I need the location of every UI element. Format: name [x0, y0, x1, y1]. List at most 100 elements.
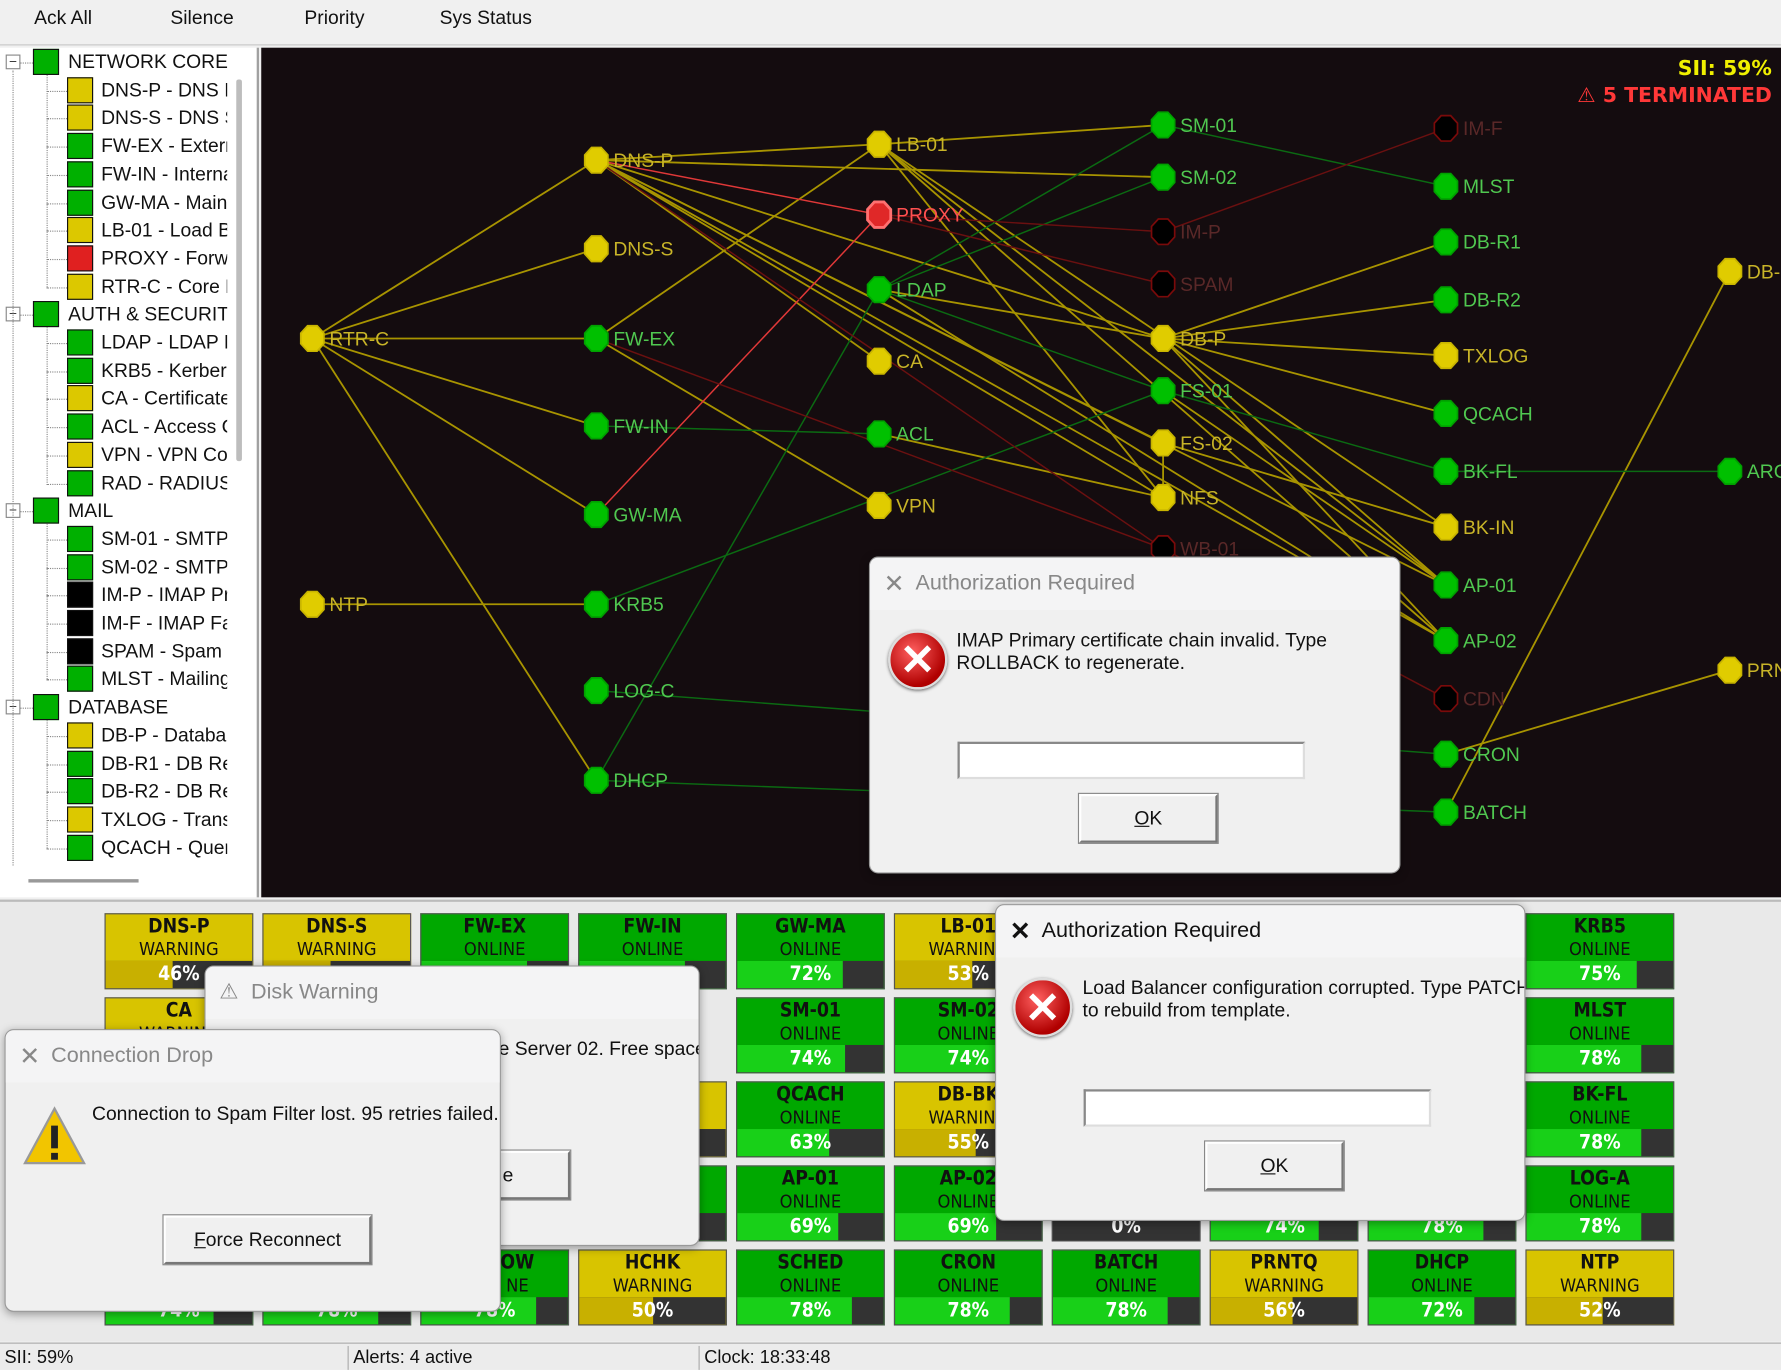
- node-marker[interactable]: [866, 491, 892, 520]
- tree-item[interactable]: DNS-S - DNS S: [0, 104, 227, 132]
- node-marker[interactable]: [866, 130, 892, 158]
- tree-item[interactable]: LB-01 - Load B: [0, 217, 227, 244]
- tree-item[interactable]: IM-F - IMAP Fa: [0, 609, 227, 637]
- tree-item[interactable]: VPN - VPN Co: [0, 441, 227, 469]
- dialog-title-bar[interactable]: ✕ Authorization Required: [870, 557, 1400, 610]
- node-marker[interactable]: [1150, 163, 1176, 191]
- node-txlog[interactable]: TXLOG: [1433, 341, 1528, 370]
- node-marker[interactable]: [1717, 257, 1743, 286]
- node-marker[interactable]: [1433, 114, 1459, 142]
- service-tile[interactable]: GW-MA ONLINE 72%: [736, 913, 885, 990]
- node-log-c[interactable]: LOG-C: [583, 677, 675, 705]
- node-marker[interactable]: [299, 590, 325, 618]
- node-proxy[interactable]: PROXY: [866, 200, 964, 229]
- node-batch[interactable]: BATCH: [1433, 798, 1527, 826]
- node-im-p[interactable]: IM-P: [1150, 218, 1221, 246]
- node-dhcp[interactable]: DHCP: [583, 766, 668, 794]
- node-cdn[interactable]: CDN: [1433, 684, 1505, 713]
- service-tile[interactable]: BK-FL ONLINE 78%: [1525, 1081, 1675, 1158]
- node-dns-s[interactable]: DNS-S: [583, 235, 674, 263]
- node-marker[interactable]: [1150, 483, 1176, 512]
- dialog-title-bar[interactable]: ✕ Connection Drop: [5, 1030, 500, 1083]
- tree-item[interactable]: RTR-C - Core F: [0, 273, 227, 300]
- node-marker[interactable]: [1150, 111, 1176, 139]
- node-prn[interactable]: PRN: [1717, 656, 1781, 684]
- node-marker[interactable]: [1433, 513, 1459, 541]
- service-tile[interactable]: AP-01 ONLINE 69%: [736, 1165, 885, 1242]
- tree-item[interactable]: PROXY - Forw: [0, 245, 227, 272]
- tree-item[interactable]: MLST - Mailing: [0, 666, 227, 693]
- tree-item[interactable]: SM-02 - SMTP: [0, 553, 227, 581]
- node-marker[interactable]: [1433, 228, 1459, 256]
- node-db-r1[interactable]: DB-R1: [1433, 228, 1521, 256]
- dialog-title-bar[interactable]: ⚠ Disk Warning: [205, 966, 699, 1019]
- node-marker[interactable]: [1150, 270, 1176, 298]
- tree-item[interactable]: LDAP - LDAP I: [0, 329, 227, 356]
- node-marker[interactable]: [1433, 399, 1459, 428]
- menu-ack-all[interactable]: Ack All: [34, 7, 92, 30]
- node-cron[interactable]: CRON: [1433, 740, 1520, 768]
- node-marker[interactable]: [1150, 377, 1176, 405]
- close-icon[interactable]: ✕: [19, 1030, 40, 1082]
- tree-item[interactable]: CA - Certificate: [0, 385, 227, 412]
- node-marker[interactable]: [1433, 627, 1459, 655]
- node-marker[interactable]: [583, 500, 609, 529]
- tree-item[interactable]: TXLOG - Trans: [0, 806, 227, 833]
- collapse-icon[interactable]: −: [5, 55, 21, 70]
- service-tile[interactable]: KRB5 ONLINE 75%: [1525, 913, 1675, 990]
- patch-input[interactable]: [1083, 1089, 1432, 1127]
- node-marker[interactable]: [1433, 286, 1459, 314]
- node-lb-01[interactable]: LB-01: [866, 130, 948, 158]
- tree-horizontal-scrollbar[interactable]: [28, 879, 139, 883]
- rollback-input[interactable]: [957, 741, 1306, 780]
- tree-vertical-scrollbar[interactable]: [236, 79, 242, 462]
- tree-item[interactable]: IM-P - IMAP Pr: [0, 581, 227, 609]
- tree-item[interactable]: ACL - Access C: [0, 413, 227, 441]
- service-tile[interactable]: PRNTQ WARNING 56%: [1209, 1249, 1359, 1326]
- tree-item[interactable]: − NETWORK CORE: [0, 48, 227, 76]
- service-tile[interactable]: HCHK WARNING 50%: [578, 1249, 727, 1326]
- tree-item[interactable]: DNS-P - DNS I: [0, 76, 227, 104]
- service-tile[interactable]: SCHED ONLINE 78%: [736, 1249, 885, 1326]
- menu-sys-status[interactable]: Sys Status: [440, 7, 532, 30]
- menu-silence[interactable]: Silence: [170, 7, 233, 30]
- tree-item[interactable]: FW-IN - Interna: [0, 161, 227, 188]
- node-fw-ex[interactable]: FW-EX: [583, 324, 676, 353]
- tree-item[interactable]: SPAM - Spam: [0, 637, 227, 665]
- tree-item[interactable]: DB-R1 - DB Re: [0, 750, 227, 777]
- node-marker[interactable]: [1433, 798, 1459, 826]
- service-tile[interactable]: DHCP ONLINE 72%: [1367, 1249, 1517, 1326]
- ok-button[interactable]: OK: [1203, 1140, 1345, 1192]
- node-marker[interactable]: [1150, 429, 1176, 457]
- node-marker[interactable]: [1433, 172, 1459, 200]
- node-marker[interactable]: [583, 324, 609, 353]
- node-im-f[interactable]: IM-F: [1433, 114, 1503, 142]
- tree-item[interactable]: QCACH - Quer: [0, 834, 227, 861]
- service-tile[interactable]: CRON ONLINE 78%: [893, 1249, 1043, 1326]
- tree-item[interactable]: SM-01 - SMTP: [0, 525, 227, 553]
- service-tile[interactable]: QCACH ONLINE 63%: [736, 1081, 885, 1158]
- service-tile[interactable]: SM-01 ONLINE 74%: [736, 997, 885, 1074]
- node-marker[interactable]: [1433, 341, 1459, 370]
- node-marker[interactable]: [583, 412, 609, 440]
- force-reconnect-button[interactable]: Force Reconnect: [162, 1214, 373, 1266]
- node-ca[interactable]: CA: [866, 347, 924, 375]
- node-ntp[interactable]: NTP: [299, 590, 368, 618]
- tree-item[interactable]: − DATABASE: [0, 694, 227, 721]
- node-db-r2[interactable]: DB-R2: [1433, 286, 1521, 314]
- node-fs-01[interactable]: FS-01: [1150, 377, 1233, 405]
- node-acl[interactable]: ACL: [866, 420, 934, 448]
- ok-button[interactable]: OK: [1077, 792, 1219, 844]
- service-tile[interactable]: MLST ONLINE 78%: [1525, 997, 1675, 1074]
- close-icon[interactable]: ✕: [884, 558, 905, 610]
- service-tile[interactable]: NTP WARNING 52%: [1525, 1249, 1675, 1326]
- node-marker[interactable]: [1717, 656, 1743, 684]
- tree-item[interactable]: − AUTH & SECURIT: [0, 301, 227, 328]
- node-marker[interactable]: [1433, 740, 1459, 768]
- tree-item[interactable]: FW-EX - Extern: [0, 132, 227, 160]
- service-tile[interactable]: LOG-A ONLINE 78%: [1525, 1165, 1675, 1242]
- node-sm-01[interactable]: SM-01: [1150, 111, 1237, 139]
- tree-item[interactable]: DB-P - Databa: [0, 722, 227, 749]
- tree-item[interactable]: GW-MA - Main: [0, 189, 227, 216]
- node-marker[interactable]: [866, 347, 892, 375]
